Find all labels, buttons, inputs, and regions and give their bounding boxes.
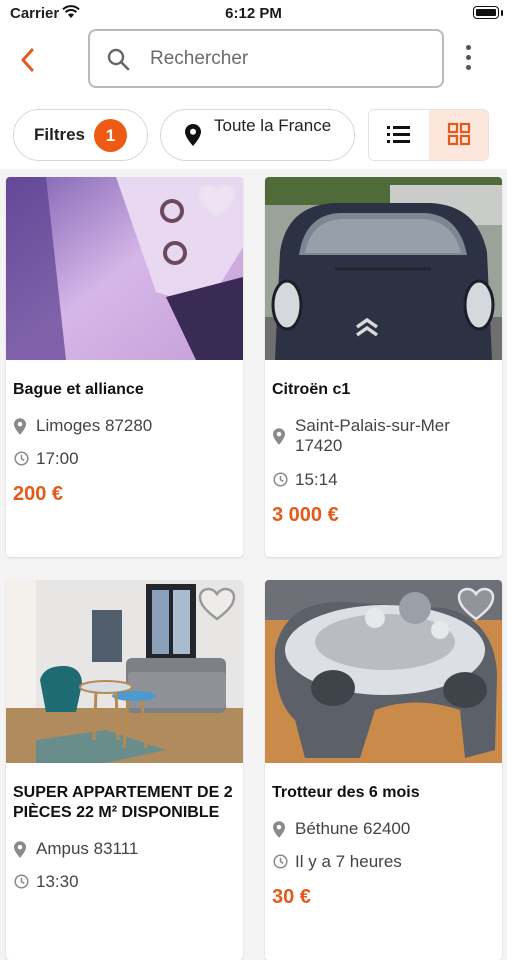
chevron-left-icon bbox=[21, 48, 34, 72]
more-options-button[interactable] bbox=[462, 45, 474, 75]
header bbox=[0, 28, 507, 103]
listing-price: 200 € bbox=[13, 483, 64, 505]
filters-count-badge: 1 bbox=[94, 119, 127, 152]
listing-location-text: Limoges 87280 bbox=[36, 416, 153, 435]
clock-icon bbox=[14, 451, 29, 471]
battery-tip bbox=[501, 10, 503, 16]
search-box[interactable] bbox=[88, 29, 444, 88]
clock-icon bbox=[14, 874, 29, 894]
dot-icon bbox=[465, 55, 471, 60]
filters-button[interactable]: Filtres 1 bbox=[13, 109, 148, 161]
listing-location-text: Ampus 83111 bbox=[36, 839, 139, 858]
listing-price: 3 000 € bbox=[272, 504, 339, 526]
back-button[interactable] bbox=[16, 44, 40, 76]
listing-location-text: Béthune 62400 bbox=[295, 819, 411, 838]
list-icon bbox=[387, 126, 410, 143]
filter-bar: Filtres 1 Toute la France bbox=[0, 103, 507, 169]
listing-photo bbox=[265, 177, 502, 360]
grid-icon bbox=[447, 122, 471, 146]
filters-label: Filtres bbox=[34, 125, 86, 144]
location-button[interactable]: Toute la France bbox=[160, 109, 355, 161]
clock: 6:12 PM bbox=[225, 5, 282, 22]
search-icon bbox=[106, 47, 130, 76]
listing-time-text: 17:00 bbox=[36, 449, 79, 468]
location-pin-icon bbox=[14, 841, 26, 863]
dot-icon bbox=[465, 65, 471, 70]
listing-card[interactable]: Bague et alliance Limoges 87280 17:00 20… bbox=[6, 177, 243, 557]
listing-price: 30 € bbox=[272, 886, 311, 908]
view-mode-toggle bbox=[368, 109, 489, 161]
listing-title: Citroën c1 bbox=[272, 381, 351, 398]
location-pin-icon bbox=[273, 428, 285, 450]
battery-icon bbox=[473, 6, 499, 19]
listing-time-text: 15:14 bbox=[295, 470, 338, 489]
favorite-heart-icon[interactable] bbox=[197, 183, 237, 224]
listing-title: SUPER APPARTEMENT DE 2 PIÈCES 22 M² DISP… bbox=[13, 784, 233, 821]
favorite-heart-icon[interactable] bbox=[456, 586, 496, 627]
status-bar: Carrier 6:12 PM bbox=[0, 0, 507, 28]
grid-view-button[interactable] bbox=[429, 110, 488, 160]
listing-title: Bague et alliance bbox=[13, 381, 144, 398]
list-view-button[interactable] bbox=[369, 110, 429, 160]
clock-icon bbox=[273, 472, 288, 492]
listing-location-text: Saint-Palais-sur-Mer 17420 bbox=[295, 416, 450, 455]
dot-icon bbox=[465, 45, 471, 50]
listing-title: Trotteur des 6 mois bbox=[272, 784, 420, 801]
listing-card[interactable]: SUPER APPARTEMENT DE 2 PIÈCES 22 M² DISP… bbox=[6, 580, 243, 960]
listing-time-text: 13:30 bbox=[36, 872, 79, 891]
location-pin-icon bbox=[185, 124, 201, 151]
location-pin-icon bbox=[14, 418, 26, 440]
listing-time-text: Il y a 7 heures bbox=[295, 852, 402, 871]
search-input[interactable] bbox=[148, 43, 432, 75]
clock-icon bbox=[273, 854, 288, 874]
listing-card[interactable]: Trotteur des 6 mois Béthune 62400 Il y a… bbox=[265, 580, 502, 960]
location-label: Toute la France bbox=[214, 116, 332, 135]
favorite-heart-icon[interactable] bbox=[197, 586, 237, 627]
listing-card[interactable]: Citroën c1 Saint-Palais-sur-Mer 17420 15… bbox=[265, 177, 502, 557]
location-pin-icon bbox=[273, 821, 285, 843]
